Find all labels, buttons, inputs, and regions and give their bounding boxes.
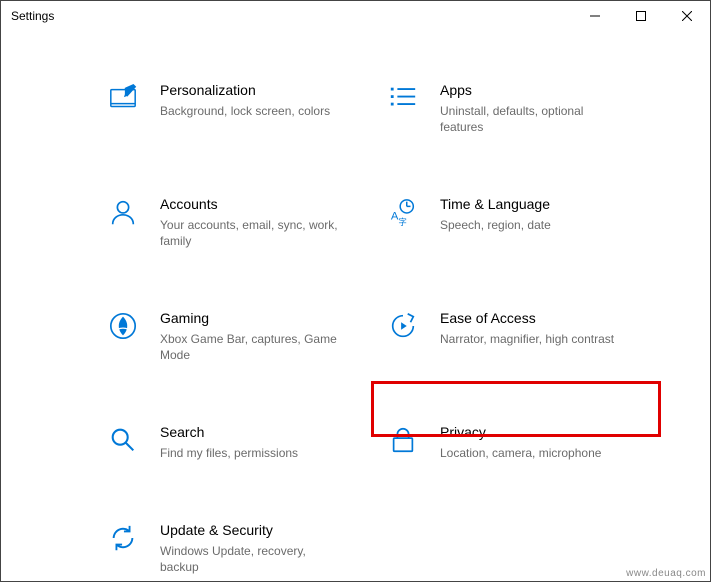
minimize-button[interactable] [572, 1, 618, 31]
category-title: Apps [440, 81, 656, 99]
category-accounts[interactable]: Accounts Your accounts, email, sync, wor… [106, 195, 386, 309]
personalization-icon [106, 83, 140, 113]
category-desc: Xbox Game Bar, captures, Game Mode [160, 331, 345, 363]
category-ease-of-access[interactable]: Ease of Access Narrator, magnifier, high… [386, 309, 666, 423]
content-area: Personalization Background, lock screen,… [1, 31, 710, 581]
category-title: Accounts [160, 195, 376, 213]
category-desc: Narrator, magnifier, high contrast [440, 331, 625, 347]
accounts-icon [106, 197, 140, 227]
category-personalization[interactable]: Personalization Background, lock screen,… [106, 81, 386, 195]
category-title: Gaming [160, 309, 376, 327]
apps-icon [386, 83, 420, 113]
titlebar: Settings [1, 1, 710, 31]
window-title: Settings [11, 9, 54, 23]
svg-text:字: 字 [398, 217, 406, 227]
category-desc: Location, camera, microphone [440, 445, 625, 461]
ease-of-access-icon [386, 311, 420, 341]
maximize-button[interactable] [618, 1, 664, 31]
watermark-text: www.deuaq.com [626, 568, 706, 579]
category-desc: Your accounts, email, sync, work, family [160, 217, 345, 249]
category-privacy[interactable]: Privacy Location, camera, microphone [386, 423, 666, 521]
category-update-security[interactable]: Update & Security Windows Update, recove… [106, 521, 386, 581]
category-title: Time & Language [440, 195, 656, 213]
category-desc: Background, lock screen, colors [160, 103, 345, 119]
category-desc: Windows Update, recovery, backup [160, 543, 345, 575]
update-security-icon [106, 523, 140, 553]
category-gaming[interactable]: Gaming Xbox Game Bar, captures, Game Mod… [106, 309, 386, 423]
category-title: Update & Security [160, 521, 376, 539]
category-search[interactable]: Search Find my files, permissions [106, 423, 386, 521]
category-desc: Uninstall, defaults, optional features [440, 103, 625, 135]
category-title: Personalization [160, 81, 376, 99]
category-title: Search [160, 423, 376, 441]
search-icon [106, 425, 140, 455]
settings-window: Settings [0, 0, 711, 582]
time-language-icon: A 字 [386, 197, 420, 227]
category-time-language[interactable]: A 字 Time & Language Speech, region, date [386, 195, 666, 309]
category-grid: Personalization Background, lock screen,… [106, 81, 666, 581]
category-apps[interactable]: Apps Uninstall, defaults, optional featu… [386, 81, 666, 195]
category-title: Ease of Access [440, 309, 656, 327]
close-button[interactable] [664, 1, 710, 31]
privacy-icon [386, 425, 420, 455]
gaming-icon [106, 311, 140, 341]
category-desc: Speech, region, date [440, 217, 625, 233]
category-desc: Find my files, permissions [160, 445, 345, 461]
category-title: Privacy [440, 423, 656, 441]
